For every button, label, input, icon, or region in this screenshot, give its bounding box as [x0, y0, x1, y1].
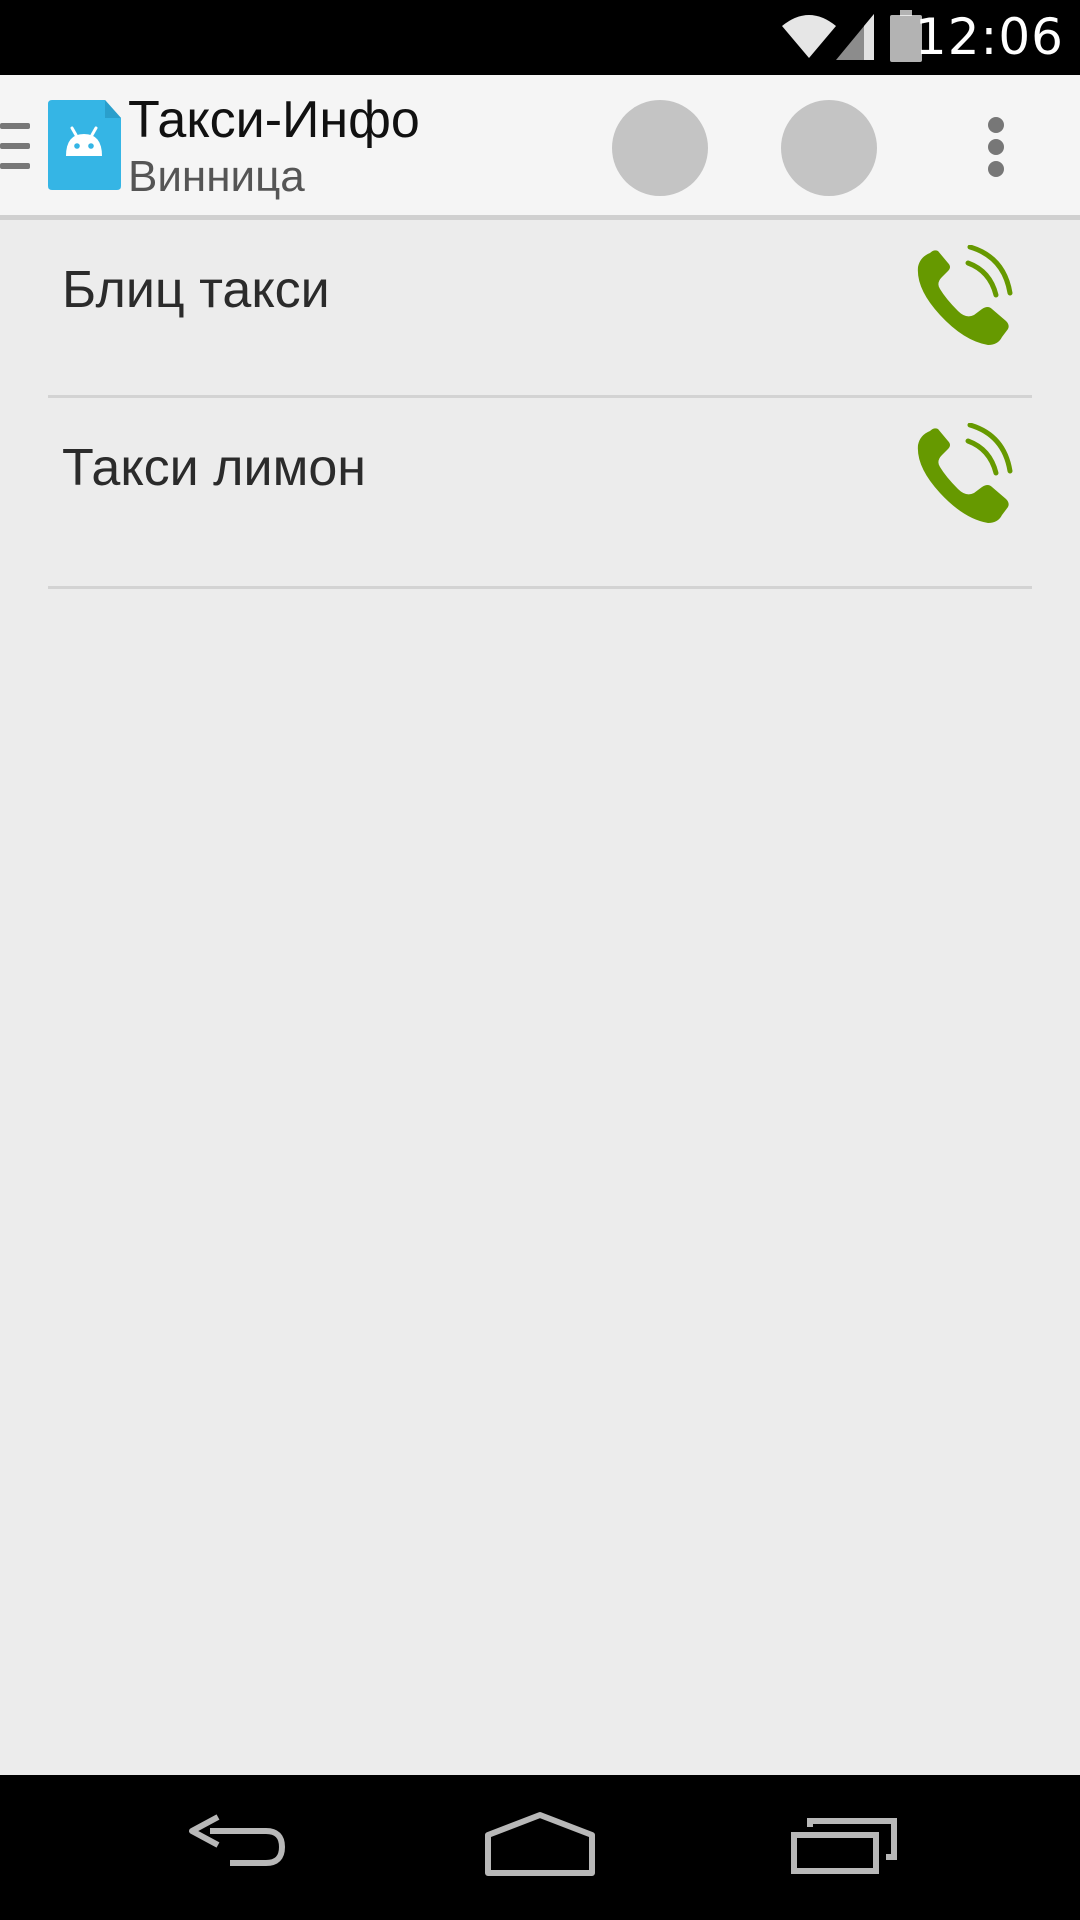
status-time: 12:06	[914, 8, 1064, 66]
app-subtitle[interactable]: Винница	[128, 151, 420, 203]
status-bar: 12:06	[0, 0, 1080, 75]
drawer-icon[interactable]	[0, 123, 30, 169]
list-item[interactable]: Блиц такси	[48, 220, 1032, 398]
overflow-menu-icon[interactable]	[980, 115, 1012, 179]
phone-call-icon[interactable]	[906, 423, 1016, 533]
signal-icon	[836, 14, 874, 60]
list-item-label: Блиц такси	[62, 261, 330, 319]
phone-call-icon[interactable]	[906, 245, 1016, 355]
home-icon[interactable]	[480, 1805, 600, 1885]
action-button-1[interactable]	[612, 100, 708, 196]
back-icon[interactable]	[178, 1805, 298, 1885]
title-block: Такси-Инфо Винница	[128, 89, 420, 203]
list-item-label: Такси лимон	[62, 439, 366, 497]
app-title: Такси-Инфо	[128, 91, 420, 149]
action-bar: Такси-Инфо Винница	[0, 75, 1080, 220]
action-button-2[interactable]	[781, 100, 877, 196]
list-item[interactable]: Такси лимон	[48, 398, 1032, 589]
navigation-bar	[0, 1775, 1080, 1920]
wifi-icon	[782, 15, 836, 58]
android-app-icon[interactable]	[48, 100, 121, 190]
taxi-list: Блиц такси Такси лимон	[48, 220, 1032, 589]
recents-icon[interactable]	[782, 1805, 902, 1885]
